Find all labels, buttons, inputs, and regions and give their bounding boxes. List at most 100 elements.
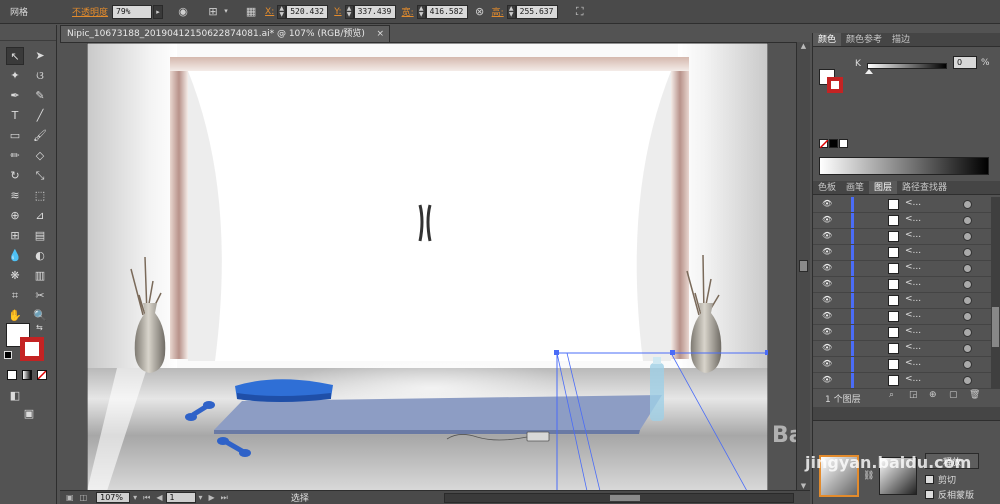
layer-row[interactable]: 👁 <... <box>813 309 993 325</box>
layer-target-icon[interactable] <box>963 216 972 225</box>
tab-layers[interactable]: 图层 <box>869 181 898 194</box>
paintbrush-tool-icon[interactable]: 🖌 <box>31 127 49 145</box>
layer-target-icon[interactable] <box>963 200 972 209</box>
layers-scrollbar[interactable] <box>991 197 1000 389</box>
width-label[interactable]: 宽: <box>402 5 414 18</box>
width-tool-icon[interactable]: ≋ <box>6 187 24 205</box>
tools-panel-grip[interactable] <box>0 25 56 41</box>
none-color-swatch[interactable] <box>819 139 828 148</box>
column-graph-tool-icon[interactable]: ▥ <box>31 267 49 285</box>
recolor-icon[interactable]: ◉ <box>175 4 191 20</box>
tab-brushes[interactable]: 画笔 <box>841 181 869 194</box>
tab-pathfinder[interactable]: 路径查找器 <box>897 181 952 194</box>
y-input[interactable]: 337.439 <box>353 4 396 19</box>
k-input[interactable]: 0 <box>953 56 977 69</box>
visibility-eye-icon[interactable]: 👁 <box>822 375 832 385</box>
line-tool-icon[interactable]: ╱ <box>31 107 49 125</box>
create-sublayer-icon[interactable]: ⊕ <box>929 390 937 400</box>
layer-row[interactable]: 👁 <... <box>813 341 993 357</box>
opacity-input[interactable]: 79% <box>112 4 153 19</box>
free-transform-tool-icon[interactable]: ⬚ <box>31 187 49 205</box>
layer-target-icon[interactable] <box>963 312 972 321</box>
layer-row[interactable]: 👁 <... <box>813 357 993 373</box>
visibility-eye-icon[interactable]: 👁 <box>822 263 832 273</box>
zoom-input[interactable]: 107% <box>96 492 131 503</box>
layer-target-icon[interactable] <box>963 344 972 353</box>
vertical-scrollbar[interactable]: ▲ ▼ <box>796 42 810 490</box>
horizontal-scrollbar[interactable] <box>444 493 794 503</box>
opacity-label[interactable]: 不透明度 <box>72 5 108 18</box>
mesh-tool-icon[interactable]: ⊞ <box>6 227 24 245</box>
black-color-swatch[interactable] <box>829 139 838 148</box>
scroll-down-icon[interactable]: ▼ <box>799 482 808 490</box>
visibility-eye-icon[interactable]: 👁 <box>822 279 832 289</box>
document-canvas[interactable]: Baidu 🐾 <box>60 42 796 490</box>
symbol-sprayer-tool-icon[interactable]: ❋ <box>6 267 24 285</box>
curvature-tool-icon[interactable]: ✎ <box>31 87 49 105</box>
artboard-input[interactable]: 1 <box>165 492 196 503</box>
horizontal-scroll-thumb[interactable] <box>610 495 640 501</box>
last-artboard-icon[interactable]: ⏭ <box>221 493 228 503</box>
reference-point-icon[interactable]: ▦ <box>243 4 259 20</box>
visibility-eye-icon[interactable]: 👁 <box>822 343 832 353</box>
layer-row[interactable]: 👁 <... <box>813 277 993 293</box>
draw-mode-icon[interactable]: ◧ <box>6 387 24 405</box>
gradient-tool-icon[interactable]: ▤ <box>31 227 49 245</box>
k-slider-handle[interactable] <box>865 69 873 74</box>
white-color-swatch[interactable] <box>839 139 848 148</box>
swap-fill-stroke-icon[interactable]: ⇆ <box>36 323 43 332</box>
pen-tool-icon[interactable]: ✒ <box>6 87 24 105</box>
invert-mask-checkbox[interactable] <box>925 490 934 499</box>
stroke-color-swatch[interactable] <box>827 77 843 93</box>
visibility-eye-icon[interactable]: 👁 <box>822 231 832 241</box>
y-stepper[interactable]: ▲ ▼ <box>344 4 354 19</box>
rectangle-tool-icon[interactable]: ▭ <box>6 127 24 145</box>
scroll-up-icon[interactable]: ▲ <box>799 42 808 50</box>
layer-target-icon[interactable] <box>963 328 972 337</box>
shape-builder-tool-icon[interactable]: ⊕ <box>6 207 24 225</box>
eyedropper-tool-icon[interactable]: 💧 <box>6 247 24 265</box>
layer-row[interactable]: 👁 <... <box>813 293 993 309</box>
delete-layer-icon[interactable]: 🗑 <box>969 390 980 400</box>
rotate-tool-icon[interactable]: ↻ <box>6 167 24 185</box>
transform-icon[interactable]: ⛶ <box>572 4 588 20</box>
visibility-eye-icon[interactable]: 👁 <box>822 311 832 321</box>
layer-row[interactable]: 👁 <... <box>813 373 993 389</box>
layers-scroll-thumb[interactable] <box>992 307 999 347</box>
x-input[interactable]: 520.432 <box>286 4 329 19</box>
artboard-dropdown-icon[interactable]: ▾ <box>199 493 203 502</box>
scale-tool-icon[interactable]: ⤡ <box>31 167 49 185</box>
align-dropdown-button[interactable]: ▾ <box>221 5 231 19</box>
link-proportions-icon[interactable]: ⊗ <box>472 4 488 20</box>
tab-color[interactable]: 颜色 <box>813 33 842 46</box>
direct-selection-tool-icon[interactable]: ➤ <box>31 47 49 65</box>
gradient-mode-icon[interactable] <box>22 370 32 380</box>
x-label[interactable]: X: <box>265 7 274 17</box>
tab-color-guide[interactable]: 颜色参考 <box>841 33 887 46</box>
lasso-tool-icon[interactable]: ଓ <box>31 67 49 85</box>
width-stepper[interactable]: ▲ ▼ <box>416 4 426 19</box>
vertical-scroll-thumb[interactable] <box>799 260 808 272</box>
visibility-eye-icon[interactable]: 👁 <box>822 247 832 257</box>
make-clipping-mask-icon[interactable]: ◲ <box>909 390 918 400</box>
layer-row[interactable]: 👁 <... <box>813 197 993 213</box>
color-spectrum[interactable] <box>819 157 989 175</box>
slice-tool-icon[interactable]: ✂ <box>31 287 49 305</box>
clip-checkbox[interactable] <box>925 475 934 484</box>
default-colors-icon[interactable] <box>4 351 12 359</box>
tab-stroke[interactable]: 描边 <box>887 33 915 46</box>
layer-target-icon[interactable] <box>963 232 972 241</box>
layer-row[interactable]: 👁 <... <box>813 261 993 277</box>
visibility-eye-icon[interactable]: 👁 <box>822 215 832 225</box>
artboard-nav-icon[interactable]: ◫ <box>80 493 88 502</box>
layer-row[interactable]: 👁 <... <box>813 229 993 245</box>
eraser-tool-icon[interactable]: ◇ <box>31 147 49 165</box>
x-stepper[interactable]: ▲ ▼ <box>277 4 287 19</box>
visibility-eye-icon[interactable]: 👁 <box>822 295 832 305</box>
mask-link-icon[interactable]: ⛓ <box>863 471 874 481</box>
document-tab[interactable]: Nipic_10673188_20190412150622874081.ai* … <box>60 25 390 42</box>
none-mode-icon[interactable] <box>37 370 47 380</box>
visibility-eye-icon[interactable]: 👁 <box>822 359 832 369</box>
layer-target-icon[interactable] <box>963 296 972 305</box>
new-layer-icon[interactable]: ▢ <box>949 390 958 400</box>
